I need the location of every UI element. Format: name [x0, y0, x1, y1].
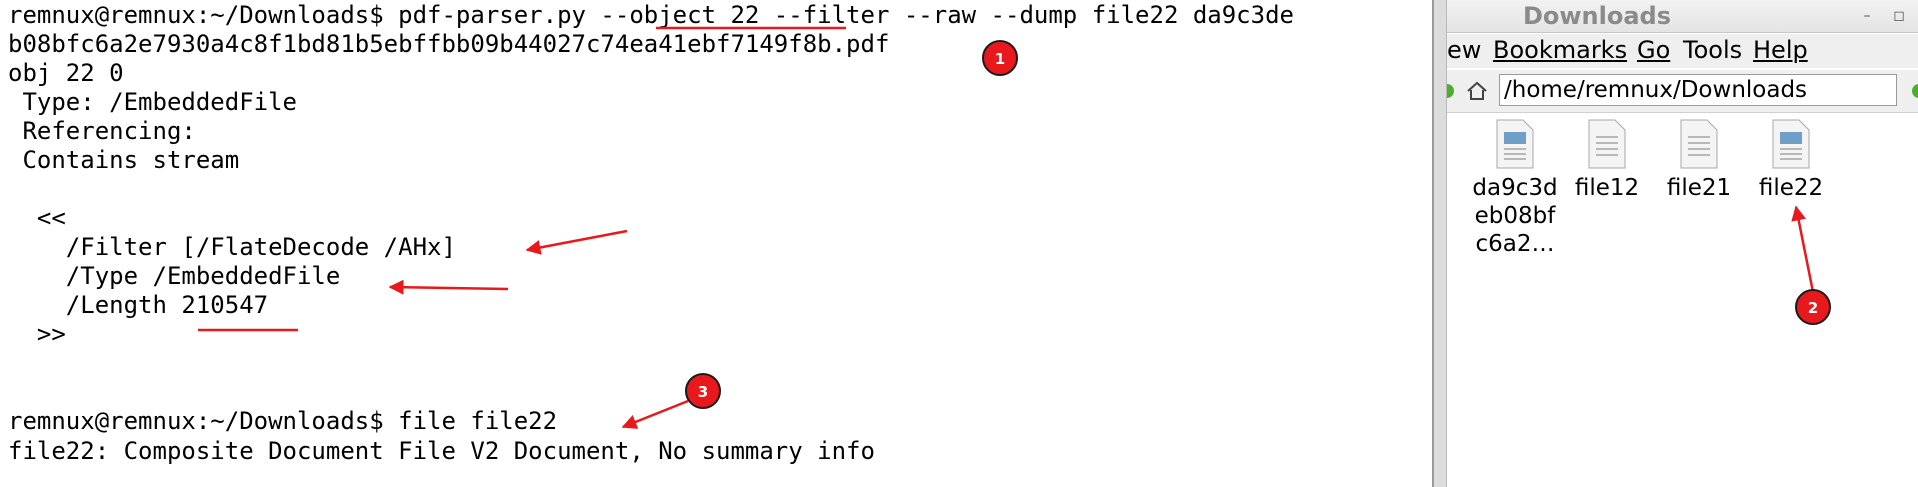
menu-tools[interactable]: Tools: [1683, 36, 1742, 64]
window-title: Downloads: [1522, 2, 1672, 30]
terminal-line-filter: /Filter [/FlateDecode /AHx]: [8, 233, 456, 261]
terminal-line-length: /Length 210547: [8, 291, 269, 319]
file-name: file21: [1666, 175, 1732, 201]
terminal-line-stream: Contains stream: [8, 146, 240, 174]
file-manager-window[interactable]: Downloads – ◻ ew Bookmarks Go Tools Help…: [1446, 0, 1918, 487]
terminal-line-command: remnux@remnux:~/Downloads$ pdf-parser.py…: [8, 1, 1294, 29]
menu-view[interactable]: ew: [1447, 36, 1481, 64]
terminal-line-type: Type: /EmbeddedFile: [8, 88, 297, 116]
image-document-icon: [1496, 119, 1534, 169]
go-icon[interactable]: [1909, 82, 1918, 100]
terminal-line-filename: b08bfc6a2e7930a4c8f1bd81b5ebffbb09b44027…: [8, 30, 890, 58]
file-item-file22[interactable]: file22: [1743, 118, 1839, 202]
text-document-icon: [1588, 119, 1626, 169]
menu-bookmarks[interactable]: Bookmarks: [1493, 36, 1627, 64]
toolbar: /home/remnux/Downloads: [1447, 70, 1918, 113]
terminal-line-dict-open: <<: [8, 204, 66, 232]
menu-help[interactable]: Help: [1753, 36, 1808, 64]
file-item-file21[interactable]: file21: [1651, 118, 1747, 202]
text-document-icon: [1680, 119, 1718, 169]
back-icon[interactable]: [1447, 82, 1455, 100]
file-manager-titlebar[interactable]: Downloads – ◻: [1447, 0, 1918, 33]
file-name: da9c3d eb08bf c6a2…: [1472, 175, 1558, 257]
minimize-button[interactable]: –: [1855, 4, 1879, 28]
maximize-button[interactable]: ◻: [1887, 4, 1911, 28]
location-field[interactable]: /home/remnux/Downloads: [1499, 74, 1897, 106]
terminal-line-type-entry: /Type /EmbeddedFile: [8, 262, 341, 290]
terminal-line-referencing: Referencing:: [8, 117, 196, 145]
menu-bar: ew Bookmarks Go Tools Help: [1447, 34, 1918, 68]
terminal-line-dict-close: >>: [8, 320, 66, 348]
file-name: file12: [1574, 175, 1640, 201]
file-name: file22: [1758, 175, 1824, 201]
terminal-line-object: obj 22 0: [8, 59, 124, 87]
file-item-file12[interactable]: file12: [1559, 118, 1655, 202]
terminal-line-file-result: file22: Composite Document File V2 Docum…: [8, 437, 875, 465]
menu-go[interactable]: Go: [1637, 36, 1670, 64]
window-separator: [1432, 0, 1446, 487]
terminal-line-file-command: remnux@remnux:~/Downloads$ file file22: [8, 407, 558, 435]
terminal-window[interactable]: remnux@remnux:~/Downloads$ pdf-parser.py…: [0, 0, 1432, 487]
home-icon[interactable]: [1465, 79, 1489, 103]
image-document-icon: [1772, 119, 1810, 169]
file-item-pdf[interactable]: da9c3d eb08bf c6a2…: [1467, 118, 1563, 258]
